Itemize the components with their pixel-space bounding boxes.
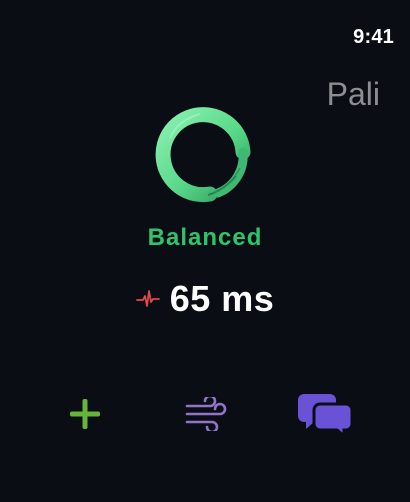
chat-button[interactable] (295, 388, 355, 440)
chat-bubbles-icon (298, 394, 354, 437)
hrv-status-label: Balanced (147, 224, 263, 251)
breathe-button[interactable] (176, 388, 236, 440)
add-button[interactable] (55, 388, 115, 440)
hrv-value: 65 ms (169, 278, 275, 319)
wind-icon (185, 397, 227, 431)
heartbeat-icon (135, 290, 160, 307)
watch-screen: 9:41 Pali Balanced 65 ms (0, 0, 410, 502)
status-time: 9:41 (353, 26, 394, 48)
balance-ring-icon (155, 107, 251, 203)
hrv-metric: 65 ms (0, 278, 410, 320)
plus-icon (70, 399, 100, 429)
app-title: Pali (326, 76, 380, 112)
